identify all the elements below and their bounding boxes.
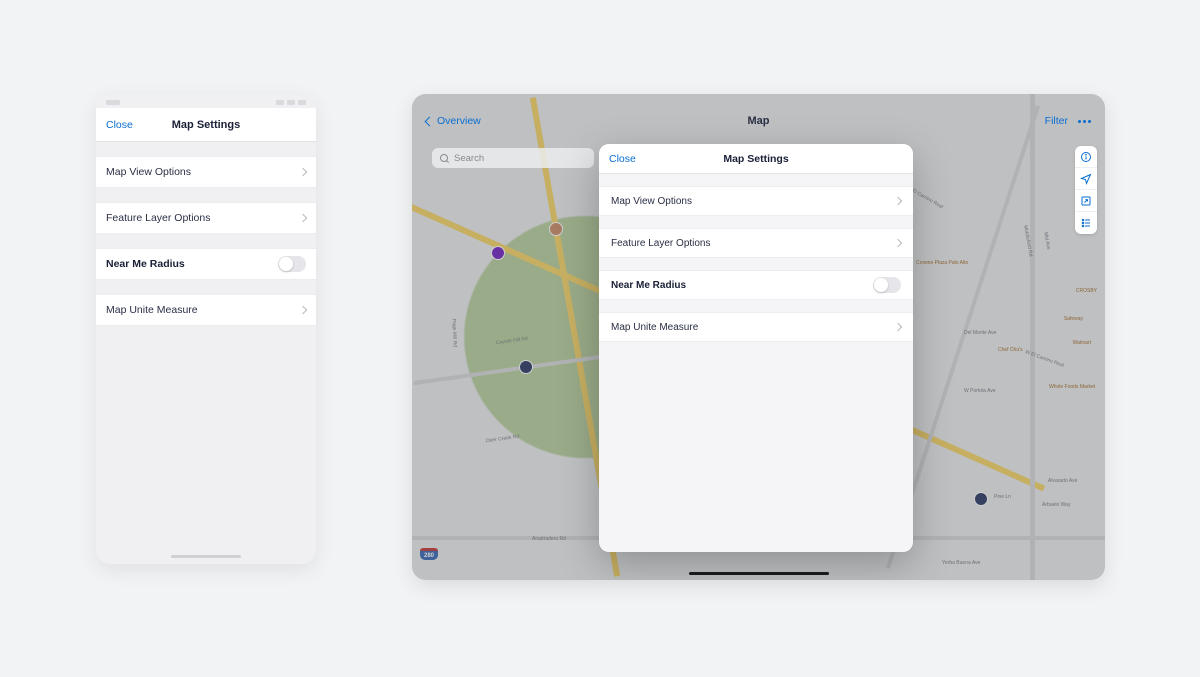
row-feature-layer-options[interactable]: Feature Layer Options: [599, 228, 913, 258]
chevron-right-icon: [299, 214, 307, 222]
popover-title: Map Settings: [599, 153, 913, 165]
home-indicator: [689, 572, 829, 575]
search-icon: [440, 154, 449, 163]
status-indicators: [276, 100, 306, 105]
home-indicator: [171, 555, 241, 558]
locate-me-button[interactable]: [1075, 168, 1097, 190]
phone-frame: Close Map Settings Map View Options Feat…: [96, 94, 316, 564]
row-map-unit-measure[interactable]: Map Unite Measure: [599, 312, 913, 342]
navbar-right: Filter: [1045, 115, 1091, 127]
row-label: Map View Options: [611, 196, 692, 207]
status-indicators: [1061, 99, 1091, 104]
tablet-navbar: Overview Map Filter: [412, 108, 1105, 134]
chevron-right-icon: [894, 197, 902, 205]
close-button[interactable]: Close: [609, 153, 636, 165]
row-label: Near Me Radius: [611, 280, 686, 291]
chevron-right-icon: [894, 323, 902, 331]
row-near-me-radius: Near Me Radius: [96, 248, 316, 280]
row-map-view-options[interactable]: Map View Options: [96, 156, 316, 188]
row-label: Map Unite Measure: [106, 304, 198, 316]
map-tool-panel: [1075, 146, 1097, 234]
back-button[interactable]: Overview: [426, 115, 481, 127]
row-map-unit-measure[interactable]: Map Unite Measure: [96, 294, 316, 326]
row-feature-layer-options[interactable]: Feature Layer Options: [96, 202, 316, 234]
chevron-right-icon: [894, 239, 902, 247]
settings-list: Map View Options Feature Layer Options N…: [599, 174, 913, 342]
map-settings-popover: Close Map Settings Map View Options Feat…: [599, 144, 913, 552]
chevron-right-icon: [299, 306, 307, 314]
legend-button[interactable]: [1075, 212, 1097, 234]
search-input[interactable]: Search: [432, 148, 594, 168]
page-title: Map: [412, 115, 1105, 127]
near-me-toggle[interactable]: [873, 277, 901, 293]
row-label: Map View Options: [106, 166, 191, 178]
status-time-pill: [426, 99, 440, 104]
row-label: Near Me Radius: [106, 258, 185, 270]
phone-navbar: Close Map Settings: [96, 108, 316, 142]
search-placeholder: Search: [454, 153, 484, 164]
chevron-right-icon: [299, 168, 307, 176]
popover-navbar: Close Map Settings: [599, 144, 913, 174]
chevron-left-icon: [425, 116, 435, 126]
settings-list: Map View Options Feature Layer Options N…: [96, 142, 316, 326]
status-time-pill: [106, 100, 120, 105]
row-label: Feature Layer Options: [106, 212, 210, 224]
near-me-toggle[interactable]: [278, 256, 306, 272]
tablet-frame: Coyote Hill Rd Deer Creek Rd Page Mill R…: [412, 94, 1105, 580]
row-label: Feature Layer Options: [611, 238, 711, 249]
tablet-status-bar: [412, 94, 1105, 108]
row-label: Map Unite Measure: [611, 322, 698, 333]
filter-button[interactable]: Filter: [1045, 115, 1068, 127]
fullscreen-button[interactable]: [1075, 190, 1097, 212]
close-button[interactable]: Close: [106, 119, 133, 131]
more-icon[interactable]: [1078, 120, 1091, 123]
row-near-me-radius: Near Me Radius: [599, 270, 913, 300]
info-button[interactable]: [1075, 146, 1097, 168]
back-label: Overview: [437, 115, 481, 127]
row-map-view-options[interactable]: Map View Options: [599, 186, 913, 216]
